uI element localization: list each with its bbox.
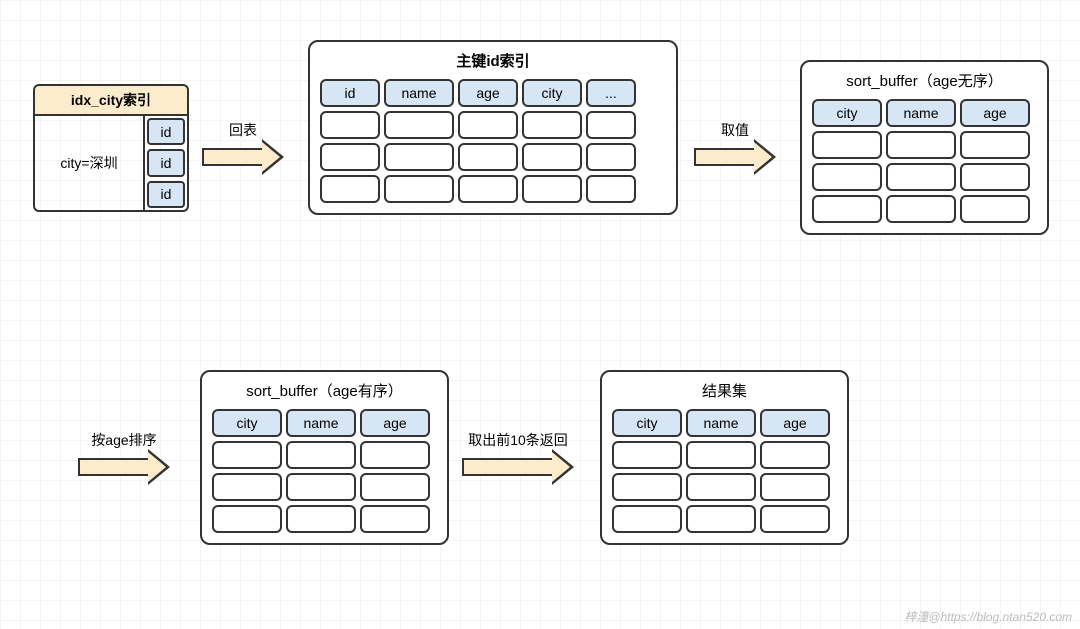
col-header: id (320, 79, 380, 107)
col-header: name (384, 79, 454, 107)
arrow-label: 按age排序 (91, 430, 156, 450)
col-header: name (886, 99, 956, 127)
result-table: city name age (612, 409, 837, 533)
buffer-sorted-title: sort_buffer（age有序） (212, 380, 437, 401)
arrow-take10: 取出前10条返回 (462, 430, 574, 482)
col-header: city (812, 99, 882, 127)
idx-city-body: city=深圳 id id id (33, 116, 189, 212)
idx-city-condition: city=深圳 (35, 116, 145, 210)
col-header: age (360, 409, 430, 437)
buffer-unsorted-table: city name age (812, 99, 1037, 223)
arrow-label: 取出前10条返回 (468, 430, 568, 450)
col-header: ... (586, 79, 636, 107)
primary-index-panel: 主键id索引 id name age city ... (308, 40, 678, 215)
result-title: 结果集 (612, 380, 837, 401)
arrow-sort: 按age排序 (78, 430, 170, 482)
idx-id-cell: id (147, 181, 185, 208)
col-header: city (612, 409, 682, 437)
buffer-sorted-table: city name age (212, 409, 437, 533)
arrow-back-table: 回表 (202, 120, 284, 172)
arrow-label: 取值 (721, 120, 749, 140)
idx-city-title: idx_city索引 (33, 84, 189, 116)
idx-id-cell: id (147, 118, 185, 145)
col-header: age (458, 79, 518, 107)
sort-buffer-unsorted-panel: sort_buffer（age无序） city name age (800, 60, 1049, 235)
result-panel: 结果集 city name age (600, 370, 849, 545)
primary-table: id name age city ... (320, 79, 666, 203)
col-header: city (212, 409, 282, 437)
idx-city-ids: id id id (145, 116, 187, 210)
col-header: name (686, 409, 756, 437)
arrow-label: 回表 (229, 120, 257, 140)
col-header: city (522, 79, 582, 107)
primary-title: 主键id索引 (320, 50, 666, 71)
arrow-get-value: 取值 (694, 120, 776, 172)
buffer-unsorted-title: sort_buffer（age无序） (812, 70, 1037, 91)
sort-buffer-sorted-panel: sort_buffer（age有序） city name age (200, 370, 449, 545)
idx-id-cell: id (147, 149, 185, 176)
watermark: 梓潼@https://blog.ntan520.com (904, 608, 1072, 625)
col-header: age (960, 99, 1030, 127)
col-header: name (286, 409, 356, 437)
idx-city-index: idx_city索引 city=深圳 id id id (33, 84, 189, 212)
col-header: age (760, 409, 830, 437)
